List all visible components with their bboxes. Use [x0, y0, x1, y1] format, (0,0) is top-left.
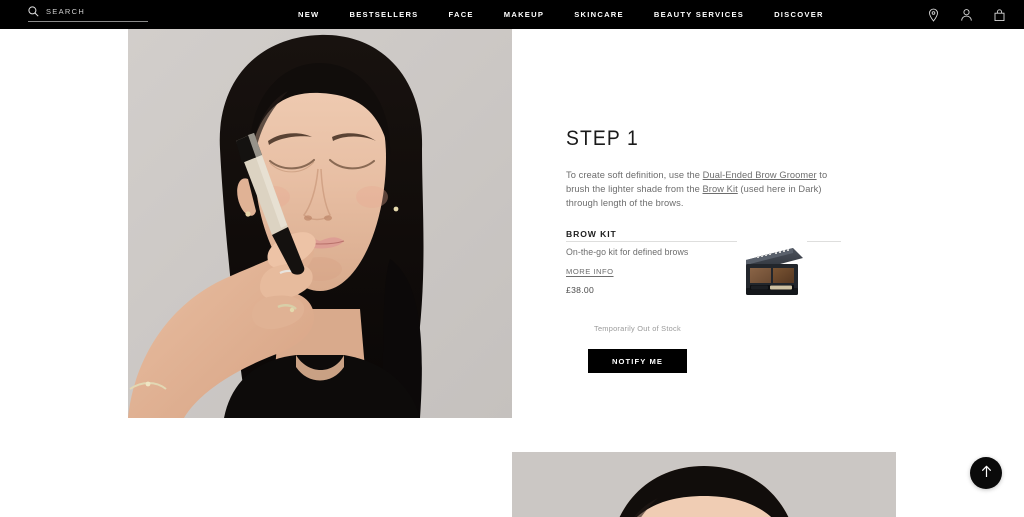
main-nav: NEW BESTSELLERS FACE MAKEUP SKINCARE BEA…	[298, 0, 839, 29]
store-locator-icon[interactable]	[927, 8, 940, 22]
link-brow-kit[interactable]: Brow Kit	[703, 184, 738, 194]
step-text-1: To create soft definition, use the	[566, 170, 703, 180]
nav-item-makeup[interactable]: MAKEUP	[489, 10, 559, 19]
nav-item-face[interactable]: FACE	[434, 10, 489, 19]
nav-item-new[interactable]: NEW	[298, 10, 334, 19]
stock-status: Temporarily Out of Stock	[594, 324, 681, 333]
more-info-link[interactable]: MORE INFO	[566, 267, 614, 276]
product-thumbnail[interactable]	[737, 234, 807, 304]
step-panel: STEP 1 To create soft definition, use th…	[566, 127, 842, 211]
next-section-image	[512, 452, 896, 517]
search-icon	[28, 6, 39, 17]
arrow-up-icon	[979, 464, 994, 482]
search-input[interactable]	[46, 7, 134, 16]
back-to-top-button[interactable]	[970, 457, 1002, 489]
link-dual-ended-brow-groomer[interactable]: Dual-Ended Brow Groomer	[703, 170, 817, 180]
nav-item-discover[interactable]: DISCOVER	[759, 10, 839, 19]
nav-item-beauty-services[interactable]: BEAUTY SERVICES	[639, 10, 759, 19]
nav-item-bestsellers[interactable]: BESTSELLERS	[334, 10, 433, 19]
search-box[interactable]	[28, 6, 148, 22]
account-icon[interactable]	[960, 8, 973, 22]
nav-item-skincare[interactable]: SKINCARE	[559, 10, 639, 19]
notify-me-button[interactable]: NOTIFY ME	[588, 349, 687, 373]
header-icon-group	[927, 0, 1006, 29]
step-description: To create soft definition, use the Dual-…	[566, 168, 842, 211]
page-title: STEP 1	[566, 127, 639, 150]
hero-image	[128, 29, 512, 418]
shopping-bag-icon[interactable]	[993, 8, 1006, 22]
page-content: STEP 1 To create soft definition, use th…	[0, 29, 1024, 517]
site-header: NEW BESTSELLERS FACE MAKEUP SKINCARE BEA…	[0, 0, 1024, 29]
